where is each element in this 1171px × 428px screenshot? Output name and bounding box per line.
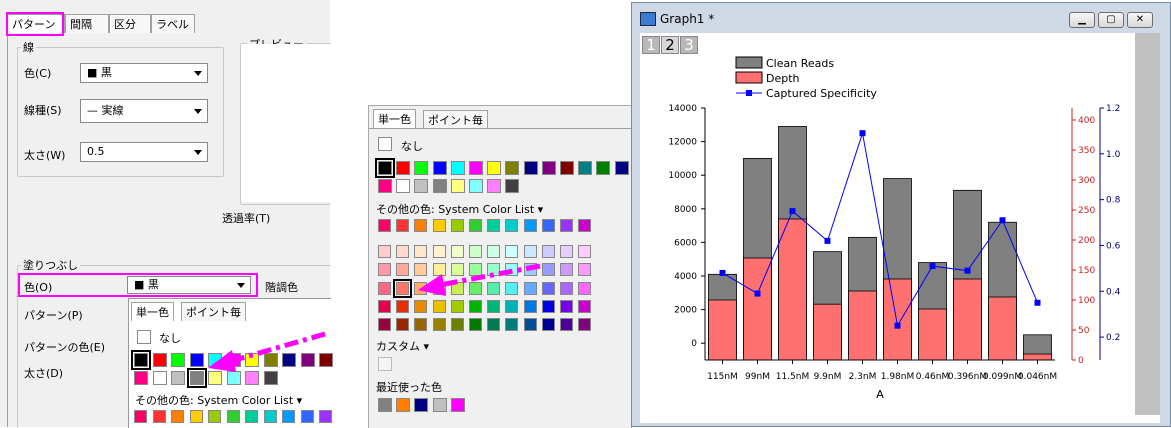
x-tick-label: 1.98nM xyxy=(881,372,915,382)
y-left-tick-label: 8000 xyxy=(674,205,697,215)
chart-svg: 0 2000 4000 6000 8000 10000 12000 14000 0 50 100 15… xyxy=(668,56,1121,401)
y-right2-tick-label: 0.6 xyxy=(1106,241,1121,251)
x-tick-label: 99nM xyxy=(745,372,770,382)
y-left-tick-label: 4000 xyxy=(674,272,697,282)
x-tick-label: 0.396nM xyxy=(948,372,987,382)
y-right1-tick-label: 0 xyxy=(1078,356,1084,366)
point-captured-specificity-0 xyxy=(719,269,726,276)
y-right1-tick-label: 400 xyxy=(1078,116,1095,126)
legend-label-depth: Depth xyxy=(766,72,800,85)
y-left-tick-label: 2000 xyxy=(674,306,697,316)
y-right1-tick-label: 350 xyxy=(1078,146,1095,156)
point-captured-specificity-1 xyxy=(754,290,761,297)
y-left-tick-label: 14000 xyxy=(668,104,697,114)
y-right1-tick-label: 300 xyxy=(1078,176,1095,186)
bar-depth-0 xyxy=(708,299,737,361)
y-right1-tick-label: 50 xyxy=(1078,326,1090,336)
x-tick-label: 0.46nM xyxy=(916,372,950,382)
bar-depth-8 xyxy=(988,296,1017,361)
x-tick-label: 11.5nM xyxy=(776,372,810,382)
y-right2-tick-label: 1.0 xyxy=(1106,150,1121,160)
point-captured-specificity-4 xyxy=(859,130,866,137)
y-right1-tick-label: 250 xyxy=(1078,206,1095,216)
y-left-tick-label: 12000 xyxy=(668,138,697,148)
point-captured-specificity-3 xyxy=(824,237,831,244)
bar-depth-7 xyxy=(953,278,982,361)
y-right2-tick-label: 0.2 xyxy=(1106,333,1120,343)
y-right2-tick-label: 0.8 xyxy=(1106,196,1121,206)
y-right1-tick-label: 150 xyxy=(1078,266,1095,276)
y-left-tick-label: 6000 xyxy=(674,238,697,248)
bar-depth-2 xyxy=(778,218,807,361)
x-tick-label: 2.3nM xyxy=(849,372,877,382)
x-tick-label: 0.046nM xyxy=(1018,372,1057,382)
point-captured-specificity-8 xyxy=(999,217,1006,224)
bar-clean-reads-9 xyxy=(1023,334,1052,356)
y-left-tick-label: 0 xyxy=(691,339,697,349)
point-captured-specificity-7 xyxy=(964,267,971,274)
y-left-tick-label: 10000 xyxy=(668,171,697,181)
bar-depth-3 xyxy=(813,303,842,361)
legend-marker-captured-specificity xyxy=(746,90,752,96)
bar-depth-9 xyxy=(1023,353,1052,361)
point-captured-specificity-9 xyxy=(1034,299,1041,306)
legend-swatch-clean-reads xyxy=(735,56,763,69)
legend-label-clean-reads: Clean Reads xyxy=(766,57,834,70)
point-captured-specificity-5 xyxy=(894,322,901,329)
bar-depth-5 xyxy=(883,278,912,361)
bar-depth-4 xyxy=(848,290,877,361)
legend-label-captured-specificity: Captured Specificity xyxy=(766,87,877,100)
bar-depth-6 xyxy=(918,308,947,361)
y-right2-tick-label: 0.4 xyxy=(1106,287,1121,297)
bar-depth-1 xyxy=(743,257,772,361)
x-tick-label: 115nM xyxy=(707,372,738,382)
y-right1-tick-label: 100 xyxy=(1078,296,1095,306)
legend-swatch-depth xyxy=(735,71,763,84)
point-captured-specificity-6 xyxy=(929,263,936,270)
x-tick-label: 9.9nM xyxy=(814,372,842,382)
x-axis-label: A xyxy=(876,388,884,401)
point-captured-specificity-2 xyxy=(789,208,796,215)
y-right1-tick-label: 200 xyxy=(1078,236,1095,246)
y-right2-tick-label: 1.2 xyxy=(1106,104,1120,114)
x-tick-label: 0.099nM xyxy=(983,372,1022,382)
